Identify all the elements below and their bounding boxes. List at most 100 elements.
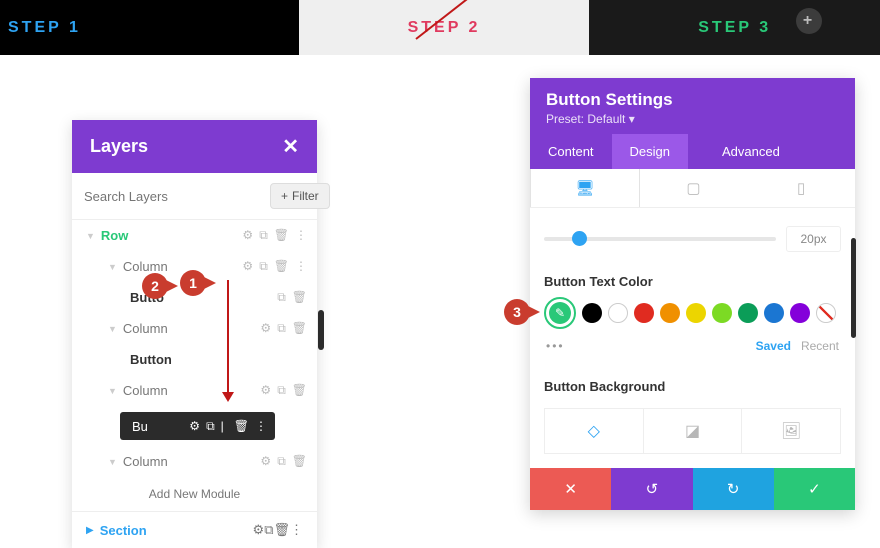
swatch-meta: ••• Saved Recent	[530, 335, 855, 365]
section-text-color: Button Text Color	[530, 260, 855, 297]
saved-tab[interactable]: Saved	[756, 339, 791, 353]
column-item[interactable]: ▼ Column ⚙⧉🗑	[72, 446, 317, 477]
undo-button[interactable]: ↺	[611, 468, 692, 510]
column-label: Column	[123, 321, 261, 336]
eyedropper-icon[interactable]: ✎	[549, 302, 571, 324]
row-actions[interactable]: ⚙⧉🗑⋮	[242, 228, 307, 243]
slider-thumb[interactable]	[572, 231, 587, 246]
column-item[interactable]: ▼ Column ⚙⧉🗑	[72, 313, 317, 344]
swatch-purple[interactable]	[790, 303, 810, 323]
search-input[interactable]	[84, 189, 260, 204]
step-3-label: STEP 3	[698, 19, 771, 37]
swatch-yellow[interactable]	[686, 303, 706, 323]
gear-icon: ⚙	[260, 383, 271, 398]
row-actions[interactable]: ⚙ ⧉ 🗑	[260, 454, 307, 469]
trash-icon: 🗑	[292, 454, 307, 469]
trash-icon: 🗑	[292, 321, 307, 336]
row-actions[interactable]: ⚙⧉🗑⋮	[253, 522, 303, 538]
eyedropper-ring[interactable]: ✎	[544, 297, 576, 329]
swatch-red[interactable]	[634, 303, 654, 323]
row-label: Row	[101, 228, 243, 243]
button-item[interactable]: Button	[72, 344, 317, 375]
bg-image-icon[interactable]: 🖼	[742, 409, 840, 453]
copy-icon: ⧉	[259, 228, 268, 243]
swatch-black[interactable]	[582, 303, 602, 323]
swatch-none[interactable]	[816, 303, 836, 323]
step-1[interactable]: STEP 1	[0, 0, 299, 55]
swatch-blue[interactable]	[764, 303, 784, 323]
gear-icon: ⚙	[260, 454, 271, 469]
slider-track[interactable]	[544, 237, 776, 241]
tablet-icon[interactable]: ▢	[640, 169, 748, 207]
copy-icon: ⧉	[264, 522, 273, 537]
annotation-line	[227, 280, 229, 400]
button-label: Bu	[132, 419, 183, 434]
bg-color-icon[interactable]: ◇	[545, 409, 644, 453]
add-icon[interactable]: +	[796, 8, 822, 34]
settings-footer: ✕ ↺ ↻ ✓	[530, 468, 855, 510]
section-item[interactable]: ▶ Section ⚙⧉🗑⋮	[72, 511, 317, 548]
slider-value[interactable]: 20px	[786, 226, 841, 252]
caret-right-icon: ▶	[86, 525, 94, 536]
caret-icon: ▼	[86, 231, 95, 241]
button-item-active[interactable]: Bu ⚙⧉|🗑⋮	[120, 412, 275, 440]
copy-icon: ⧉	[277, 290, 286, 305]
expand-icon[interactable]: ⛶	[776, 168, 786, 185]
swatch-lime[interactable]	[712, 303, 732, 323]
tab-content[interactable]: Content	[530, 134, 612, 169]
tab-advanced[interactable]: Advanced	[704, 134, 798, 169]
filter-label: Filter	[292, 189, 319, 203]
gear-icon: ⚙	[260, 321, 271, 336]
save-button[interactable]: ✓	[774, 468, 855, 510]
redo-button[interactable]: ↻	[693, 468, 774, 510]
tabs: Content Design Advanced	[530, 134, 855, 169]
step-3[interactable]: STEP 3 +	[589, 0, 880, 55]
bg-options: ◇ ◪ 🖼	[544, 408, 841, 454]
row-actions[interactable]: ⧉🗑	[277, 290, 307, 305]
copy-icon: ⧉	[277, 454, 286, 469]
marker-2: 2	[142, 273, 168, 299]
gear-icon: ⚙	[189, 419, 200, 433]
step-2[interactable]: STEP 2	[299, 0, 590, 55]
settings-title: Button Settings	[546, 90, 839, 110]
preset-select[interactable]: Preset: Default ▾	[546, 112, 839, 126]
trash-icon: 🗑	[292, 383, 307, 398]
caret-icon: ▼	[108, 386, 117, 396]
row-actions[interactable]: ⚙⧉🗑	[260, 321, 307, 336]
scrollbar[interactable]	[318, 310, 324, 350]
row-actions[interactable]: ⚙ ⧉ 🗑	[260, 383, 307, 398]
filter-button[interactable]: + Filter	[270, 183, 330, 209]
recent-tab[interactable]: Recent	[801, 339, 839, 353]
gear-icon: ⚙	[253, 522, 265, 537]
trash-icon: 🗑	[274, 228, 289, 243]
row-actions[interactable]: ⚙⧉🗑⋮	[242, 259, 307, 274]
copy-icon: ⧉	[277, 383, 286, 398]
row-item[interactable]: ▼ Row ⚙⧉🗑⋮	[72, 220, 317, 251]
size-slider: 20px	[530, 208, 855, 260]
trash-icon: 🗑	[292, 290, 307, 305]
caret-icon: ▼	[108, 324, 117, 334]
settings-header: Button Settings Preset: Default ▾	[530, 78, 855, 134]
close-icon[interactable]: ✕	[282, 134, 299, 159]
add-module[interactable]: Add New Module	[72, 477, 317, 511]
step-bar: STEP 1 STEP 2 STEP 3 +	[0, 0, 880, 55]
panel-icon[interactable]: ▥	[800, 168, 813, 185]
bg-gradient-icon[interactable]: ◪	[644, 409, 743, 453]
settings-panel: Button Settings Preset: Default ▾ ⛶ ▥ ⋮ …	[530, 78, 855, 510]
swatch-green[interactable]	[738, 303, 758, 323]
more-icon[interactable]: •••	[546, 339, 565, 353]
desktop-icon[interactable]: 🖥	[530, 169, 640, 207]
gear-icon: ⚙	[242, 228, 253, 243]
tab-design[interactable]: Design	[612, 134, 688, 169]
cancel-button[interactable]: ✕	[530, 468, 611, 510]
column-item[interactable]: ▼ Column ⚙ ⧉ 🗑	[72, 375, 317, 406]
swatch-white[interactable]	[608, 303, 628, 323]
column-label: Column	[123, 383, 261, 398]
scrollbar[interactable]	[851, 238, 856, 338]
more-icon[interactable]: ⋮	[827, 168, 841, 185]
swatch-orange[interactable]	[660, 303, 680, 323]
more-icon: ⋮	[295, 259, 307, 274]
marker-1: 1	[180, 270, 206, 296]
section-label: Section	[100, 523, 147, 538]
gear-icon: ⚙	[242, 259, 253, 274]
